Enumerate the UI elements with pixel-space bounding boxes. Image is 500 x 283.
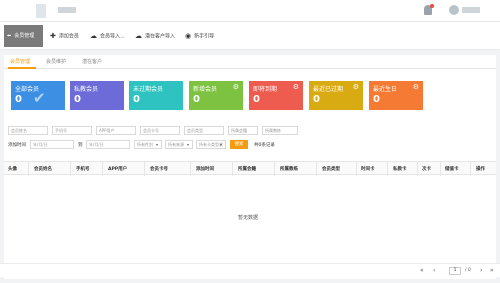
record-count: 共0条记录 bbox=[254, 143, 275, 148]
col-time-card[interactable]: 时间卡 bbox=[361, 166, 375, 172]
col-member-name[interactable]: 会员姓名 bbox=[34, 166, 52, 172]
column-divider bbox=[70, 162, 71, 176]
to-label: 到 bbox=[78, 143, 83, 148]
chevron-down-icon: ▾ bbox=[187, 142, 190, 147]
card-recently-expired[interactable]: 最近已过期 0 ⚙ bbox=[309, 81, 363, 110]
guide-button[interactable]: ◉ 新手引导 bbox=[185, 25, 214, 47]
card-recent-birthdays[interactable]: 最近生日 0 ⚙ bbox=[369, 81, 423, 110]
page-total: / 0 bbox=[465, 268, 471, 273]
column-divider bbox=[144, 162, 145, 176]
avatar[interactable] bbox=[449, 5, 459, 15]
col-count-card[interactable]: 次卡 bbox=[422, 166, 431, 172]
card-active-members[interactable]: 未过期会员 0 bbox=[129, 81, 183, 110]
column-divider bbox=[316, 162, 317, 176]
col-coach[interactable]: 所属教练 bbox=[280, 166, 298, 172]
tab-member-management[interactable]: 会员管理 bbox=[10, 58, 30, 65]
cloud-upload-icon: ☁ bbox=[135, 32, 142, 40]
user-name[interactable] bbox=[462, 7, 480, 13]
compass-icon: ◉ bbox=[185, 32, 192, 40]
column-divider bbox=[190, 162, 191, 176]
card-number-input[interactable]: 会员卡号 bbox=[140, 126, 180, 135]
coach-input[interactable]: 所属教练 bbox=[262, 126, 298, 135]
col-card-number[interactable]: 会员卡号 bbox=[150, 166, 168, 172]
empty-state-text: 暂无数据 bbox=[238, 215, 259, 221]
card-private-members[interactable]: 私教会员 0 bbox=[70, 81, 124, 110]
back-arrow-icon: ⬅ bbox=[7, 33, 12, 39]
column-divider bbox=[440, 162, 441, 176]
tab-member-maintenance[interactable]: 会员维护 bbox=[46, 58, 66, 65]
card-new-members[interactable]: 新增会员 0 ⚙ bbox=[189, 81, 243, 110]
search-button[interactable]: 搜索 bbox=[230, 140, 248, 149]
card-expiring-soon[interactable]: 即将到期 0 ⚙ bbox=[249, 81, 303, 110]
top-bar bbox=[0, 0, 500, 22]
page-number-input[interactable]: 1 bbox=[449, 267, 461, 275]
check-icon: ✔ bbox=[33, 89, 46, 107]
col-member-type[interactable]: 会员类型 bbox=[322, 166, 340, 172]
add-time-label: 添加时间 bbox=[8, 143, 26, 148]
tab-potential-customers[interactable]: 潜在客户 bbox=[82, 58, 102, 65]
column-divider bbox=[387, 162, 388, 176]
table-header: 头像 会员姓名 手机号 APP用户 会员卡号 添加时间 所属会籍 所属教练 会员… bbox=[4, 161, 496, 176]
col-membership[interactable]: 所属会籍 bbox=[238, 166, 256, 172]
prev-page-button[interactable]: ‹ bbox=[433, 267, 435, 274]
col-add-time[interactable]: 添加时间 bbox=[196, 166, 214, 172]
import-member-button[interactable]: ☁ 会员导入... bbox=[90, 25, 125, 47]
col-app-user[interactable]: APP用户 bbox=[108, 166, 127, 172]
notification-dot bbox=[430, 4, 434, 8]
chevron-down-icon: ▾ bbox=[220, 142, 223, 147]
column-divider bbox=[102, 162, 103, 176]
brand-name bbox=[58, 7, 76, 13]
column-divider bbox=[232, 162, 233, 176]
active-tab-indicator bbox=[8, 67, 36, 69]
column-divider bbox=[417, 162, 418, 176]
date-from-input[interactable]: 年/月/日 bbox=[30, 140, 74, 149]
column-divider bbox=[470, 162, 471, 176]
col-private-card[interactable]: 私教卡 bbox=[393, 166, 407, 172]
add-member-button[interactable]: ✚ 添加会员 bbox=[50, 25, 79, 47]
member-type-input[interactable]: 会员类型 bbox=[184, 126, 224, 135]
gear-icon[interactable]: ⚙ bbox=[293, 83, 299, 91]
col-phone[interactable]: 手机号 bbox=[76, 166, 90, 172]
col-stored-value-card[interactable]: 储值卡 bbox=[445, 166, 459, 172]
cloud-upload-icon: ☁ bbox=[90, 32, 97, 40]
member-management-button[interactable]: ⬅ 会员管理 bbox=[4, 25, 43, 47]
first-page-button[interactable]: « bbox=[420, 267, 424, 274]
col-actions: 操作 bbox=[476, 167, 485, 172]
toolbar: ⬅ 会员管理 ✚ 添加会员 ☁ 会员导入... ☁ 潜在客户导入 ◉ 新手引导 bbox=[0, 22, 500, 50]
col-avatar[interactable]: 头像 bbox=[8, 166, 17, 172]
logo bbox=[36, 4, 46, 18]
pagination: « ‹ 1 / 0 › » bbox=[0, 263, 500, 277]
column-divider bbox=[356, 162, 357, 176]
membership-input[interactable]: 所属会籍 bbox=[228, 126, 258, 135]
chevron-down-icon: ▾ bbox=[156, 142, 159, 147]
tab-bar: 会员管理 会员维护 潜在客户 bbox=[4, 55, 496, 69]
date-to-input[interactable]: 年/月/日 bbox=[86, 140, 130, 149]
next-page-button[interactable]: › bbox=[480, 267, 482, 274]
gear-icon[interactable]: ⚙ bbox=[413, 83, 419, 91]
member-name-input[interactable]: 会员姓名 bbox=[8, 126, 48, 135]
app-user-input[interactable]: APP用户 bbox=[96, 126, 136, 135]
plus-icon: ✚ bbox=[50, 32, 56, 40]
last-page-button[interactable]: » bbox=[490, 267, 494, 274]
column-divider bbox=[274, 162, 275, 176]
phone-input[interactable]: 手机号 bbox=[52, 126, 92, 135]
gear-icon[interactable]: ⚙ bbox=[233, 83, 239, 91]
gear-icon[interactable]: ⚙ bbox=[353, 83, 359, 91]
card-all-members[interactable]: 全部会员 0 ✔ bbox=[11, 81, 65, 110]
import-potential-button[interactable]: ☁ 潜在客户导入 bbox=[135, 25, 175, 47]
column-divider bbox=[28, 162, 29, 176]
